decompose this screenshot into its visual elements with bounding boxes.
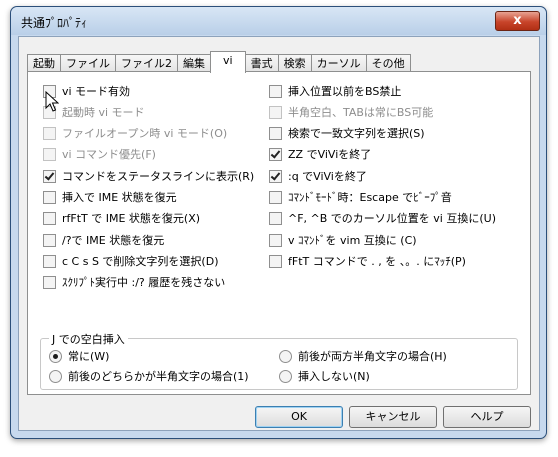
option-label: 挿入で IME 状態を復元 — [62, 191, 177, 204]
option-label: vi モード有効 — [62, 85, 131, 98]
checkbox-bs-space-tab[interactable]: 半角空白、TABは常にBS可能 — [269, 104, 433, 120]
checkbox-no-bs-before-insert[interactable]: 挿入位置以前をBS禁止 — [269, 83, 401, 99]
checkbox-vi-command-priority[interactable]: vi コマンド優先(F) — [43, 146, 156, 162]
checkbox-select-deleted-text[interactable]: c C s S で削除文字列を選択(D) — [43, 253, 218, 269]
cancel-button[interactable]: キャンセル — [349, 406, 437, 428]
checkbox-box[interactable] — [43, 275, 56, 289]
checkbox-show-command-statusline[interactable]: コマンドをステータスラインに表示(R) — [43, 168, 254, 184]
radio-circle[interactable] — [279, 369, 292, 383]
vi-settings-panel: vi モード有効 起動時 vi モード ファイルオープン時 vi モード(O) … — [27, 71, 531, 395]
checkbox-box[interactable] — [269, 190, 282, 204]
checkbox-box[interactable] — [269, 254, 282, 268]
checkbox-file-open-vi-mode[interactable]: ファイルオープン時 vi モード(O) — [43, 125, 227, 141]
join-space-group: J での空白挿入 常に(W) 前後が両方半角文字の場合(H) 前後のどちらかが半… — [40, 331, 518, 390]
option-label: 検索で一致文字列を選択(S) — [288, 127, 425, 140]
option-label: ZZ でViViを終了 — [288, 148, 372, 161]
option-label: 挿入位置以前をBS禁止 — [288, 85, 402, 98]
checkbox-select-search-match[interactable]: 検索で一致文字列を選択(S) — [269, 125, 425, 141]
checkbox-box[interactable] — [43, 147, 56, 161]
checkbox-box[interactable] — [43, 233, 56, 247]
window-title: 共通ﾌﾟﾛﾊﾟﾃｨ — [21, 16, 88, 30]
checkbox-box[interactable] — [43, 211, 56, 225]
checkbox-fftt-punct-match[interactable]: fFtT コマンドで . , を 、。. にﾏｯﾁ(P) — [269, 253, 466, 269]
dialog-client: 起動 ファイル ファイル2 編集 vi 書式 検索 カーソル その他 vi モー… — [18, 36, 540, 431]
close-button[interactable]: x — [495, 11, 540, 31]
option-label: 半角空白、TABは常にBS可能 — [288, 106, 434, 119]
radio-never[interactable]: 挿入しない(N) — [279, 368, 370, 384]
title-bar[interactable]: 共通ﾌﾟﾛﾊﾟﾃｨ x — [11, 7, 546, 35]
radio-circle[interactable] — [49, 349, 62, 363]
radio-circle[interactable] — [279, 349, 292, 363]
ok-button[interactable]: OK — [255, 406, 343, 428]
checkbox-box[interactable] — [269, 169, 282, 183]
radio-either-halfwidth[interactable]: 前後のどちらかが半角文字の場合(1) — [49, 368, 249, 384]
tab-strip: 起動 ファイル ファイル2 編集 vi 書式 検索 カーソル その他 — [27, 51, 411, 73]
group-label: J での空白挿入 — [49, 331, 128, 347]
option-label: v ｺﾏﾝﾄﾞを vim 互換に (C) — [288, 234, 417, 247]
checkbox-box[interactable] — [43, 190, 56, 204]
checkbox-restore-ime-search[interactable]: /?で IME 状態を復元 — [43, 232, 164, 248]
option-label: 前後のどちらかが半角文字の場合(1) — [68, 370, 249, 383]
radio-circle[interactable] — [49, 369, 62, 383]
option-label: ファイルオープン時 vi モード(O) — [62, 127, 228, 140]
option-label: :q でViViを終了 — [288, 170, 367, 183]
option-label: ｺﾏﾝﾄﾞﾓｰﾄﾞ時：Escape でﾋﾞｰﾌﾟ音 — [288, 191, 452, 204]
checkbox-box[interactable] — [43, 126, 56, 140]
option-label: /?で IME 状態を復元 — [62, 234, 165, 247]
checkbox-box[interactable] — [269, 105, 282, 119]
option-label: c C s S で削除文字列を選択(D) — [62, 255, 219, 268]
checkbox-v-vim-compat[interactable]: v ｺﾏﾝﾄﾞを vim 互換に (C) — [269, 232, 417, 248]
help-button[interactable]: ヘルプ — [443, 406, 531, 428]
option-label: 常に(W) — [68, 350, 110, 363]
option-label: 前後が両方半角文字の場合(H) — [298, 350, 447, 363]
checkbox-box[interactable] — [43, 254, 56, 268]
properties-dialog: 共通ﾌﾟﾛﾊﾟﾃｨ x 起動 ファイル ファイル2 編集 vi 書式 検索 カー… — [10, 6, 547, 439]
checkbox-escape-beep[interactable]: ｺﾏﾝﾄﾞﾓｰﾄﾞ時：Escape でﾋﾞｰﾌﾟ音 — [269, 189, 452, 205]
checkbox-no-history-script[interactable]: ｽｸﾘﾌﾟﾄ実行中 :/? 履歴を残さない — [43, 274, 225, 290]
option-label: ^F, ^B でのカーソル位置を vi 互換に(U) — [288, 212, 496, 225]
tab-vi[interactable]: vi — [210, 51, 246, 73]
option-label: rfFtT で IME 状態を復元(X) — [62, 212, 201, 225]
option-label: fFtT コマンドで . , を 、。. にﾏｯﾁ(P) — [288, 255, 466, 268]
checkbox-zz-quit[interactable]: ZZ でViViを終了 — [269, 146, 371, 162]
option-label: vi コマンド優先(F) — [62, 148, 156, 161]
checkbox-box[interactable] — [269, 233, 282, 247]
checkbox-box[interactable] — [269, 126, 282, 140]
option-label: コマンドをステータスラインに表示(R) — [62, 170, 255, 183]
option-label: 起動時 vi モード — [62, 106, 145, 119]
option-label: 挿入しない(N) — [298, 370, 370, 383]
checkbox-ctrl-f-b-vi-compat[interactable]: ^F, ^B でのカーソル位置を vi 互換に(U) — [269, 210, 496, 226]
mouse-pointer-icon — [45, 91, 59, 112]
checkbox-box[interactable] — [269, 84, 282, 98]
option-label: ｽｸﾘﾌﾟﾄ実行中 :/? 履歴を残さない — [62, 276, 226, 289]
checkbox-box[interactable] — [269, 211, 282, 225]
checkbox-restore-ime-insert[interactable]: 挿入で IME 状態を復元 — [43, 189, 177, 205]
checkbox-restore-ime-rfftt[interactable]: rfFtT で IME 状態を復元(X) — [43, 210, 200, 226]
checkbox-box[interactable] — [43, 169, 56, 183]
radio-both-halfwidth[interactable]: 前後が両方半角文字の場合(H) — [279, 348, 447, 364]
radio-always[interactable]: 常に(W) — [49, 348, 109, 364]
checkbox-box[interactable] — [269, 147, 282, 161]
checkbox-q-quit[interactable]: :q でViViを終了 — [269, 168, 367, 184]
